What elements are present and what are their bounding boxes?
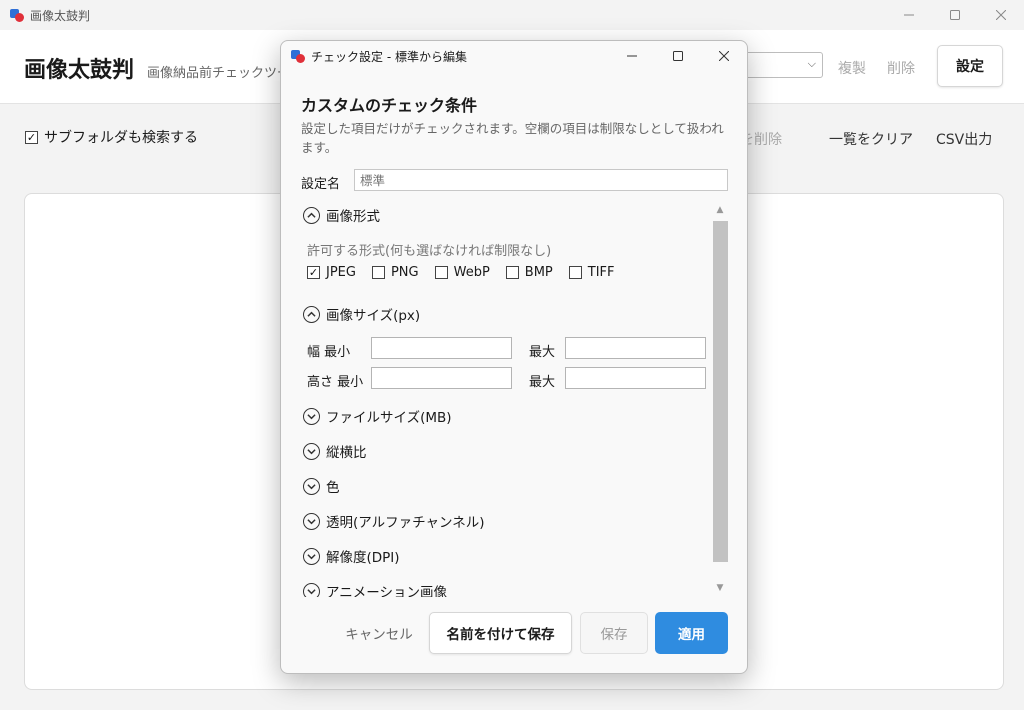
save-as-button[interactable]: 名前を付けて保存 xyxy=(429,612,572,654)
maximize-icon[interactable] xyxy=(932,0,978,30)
section-format-toggle[interactable]: 画像形式 xyxy=(303,205,380,225)
width-max-label: 最大 xyxy=(529,345,556,360)
section-format-label: 画像形式 xyxy=(326,209,380,225)
format-label: JPEG xyxy=(326,265,356,280)
duplicate-button[interactable]: 複製 xyxy=(838,58,866,78)
subfolder-checkbox[interactable]: ✓ サブフォルダも検索する xyxy=(25,127,198,147)
chevron-down-icon xyxy=(303,442,320,460)
window-controls xyxy=(886,0,1024,30)
chevron-down-icon xyxy=(303,512,320,530)
window-title: 画像太鼓判 xyxy=(30,8,91,23)
format-sub-label: 許可する形式(何も選ばなければ制限なし) xyxy=(307,244,552,259)
format-tiff-checkbox[interactable]: TIFF xyxy=(568,265,615,280)
app-logo-icon xyxy=(10,8,24,22)
section-animation-toggle[interactable]: アニメーション画像 xyxy=(303,581,447,597)
checkbox-empty-icon xyxy=(505,266,519,279)
format-label: TIFF xyxy=(587,265,615,280)
section-color-toggle[interactable]: 色 xyxy=(303,476,340,496)
format-jpeg-checkbox[interactable]: ✓ JPEG xyxy=(307,265,356,280)
section-filesize-label: ファイルサイズ(MB) xyxy=(326,410,452,426)
checkbox-empty-icon xyxy=(568,266,582,279)
scrollbar-thumb[interactable] xyxy=(713,221,728,562)
width-max-input[interactable] xyxy=(565,337,706,359)
format-png-checkbox[interactable]: PNG xyxy=(371,265,419,280)
setting-name-label: 設定名 xyxy=(301,177,341,192)
setting-name-input[interactable] xyxy=(354,169,728,191)
chevron-down-icon xyxy=(303,407,320,425)
scroll-down-icon[interactable]: ▼ xyxy=(712,581,728,595)
section-aspect-label: 縦横比 xyxy=(326,445,367,461)
format-label: PNG xyxy=(390,265,419,280)
minimize-icon[interactable] xyxy=(886,0,932,30)
format-label: BMP xyxy=(524,265,553,280)
delete-button[interactable]: 削除 xyxy=(887,58,915,78)
section-dpi-label: 解像度(DPI) xyxy=(326,550,400,566)
section-alpha-label: 透明(アルファチャンネル) xyxy=(326,515,485,531)
dialog-logo-icon xyxy=(291,49,305,63)
section-size-label: 画像サイズ(px) xyxy=(326,308,421,324)
chevron-down-icon xyxy=(303,582,320,597)
format-options: ✓ JPEG PNG WebP BMP TIFF xyxy=(307,265,631,280)
dialog-minimize-icon[interactable] xyxy=(609,41,655,71)
format-label: WebP xyxy=(453,265,490,280)
dialog-titlebar: チェック設定 - 標準から編集 xyxy=(281,41,747,71)
chevron-down-icon xyxy=(303,547,320,565)
section-animation-label: アニメーション画像 xyxy=(326,585,447,597)
scroll-up-icon[interactable]: ▲ xyxy=(712,203,728,217)
save-button[interactable]: 保存 xyxy=(580,612,648,654)
section-filesize-toggle[interactable]: ファイルサイズ(MB) xyxy=(303,406,452,426)
chevron-down-icon: ⌵ xyxy=(807,57,816,70)
dialog-heading: カスタムのチェック条件 xyxy=(301,96,478,115)
chevron-up-icon xyxy=(303,305,320,323)
section-alpha-toggle[interactable]: 透明(アルファチャンネル) xyxy=(303,511,485,531)
checkbox-empty-icon xyxy=(371,266,385,279)
chevron-down-icon xyxy=(303,477,320,495)
height-min-input[interactable] xyxy=(371,367,512,389)
height-min-label: 高さ 最小 xyxy=(307,375,364,390)
width-min-label: 幅 最小 xyxy=(307,345,351,360)
dialog-maximize-icon[interactable] xyxy=(655,41,701,71)
conditions-scroll-panel[interactable]: 画像形式 許可する形式(何も選ばなければ制限なし) ✓ JPEG PNG Web… xyxy=(301,203,729,597)
height-max-label: 最大 xyxy=(529,375,556,390)
settings-button[interactable]: 設定 xyxy=(937,45,1003,87)
close-icon[interactable] xyxy=(978,0,1024,30)
cancel-button[interactable]: キャンセル xyxy=(339,612,419,654)
dialog-close-icon[interactable] xyxy=(701,41,747,71)
chevron-up-icon xyxy=(303,206,320,224)
apply-button[interactable]: 適用 xyxy=(655,612,728,654)
dialog-window-controls xyxy=(609,41,747,71)
subfolder-label: サブフォルダも検索する xyxy=(44,130,198,146)
clear-list-button[interactable]: 一覧をクリア xyxy=(829,129,913,149)
checkbox-empty-icon xyxy=(434,266,448,279)
conditions-scrollbar[interactable]: ▲ ▼ xyxy=(712,203,728,597)
section-dpi-toggle[interactable]: 解像度(DPI) xyxy=(303,546,400,566)
section-size-toggle[interactable]: 画像サイズ(px) xyxy=(303,304,420,324)
checkbox-checked-icon: ✓ xyxy=(25,130,38,144)
check-settings-dialog: チェック設定 - 標準から編集 カスタムのチェック条件 設定した項目だけがチェッ… xyxy=(280,40,748,674)
dialog-title: チェック設定 - 標準から編集 xyxy=(311,49,467,64)
height-max-input[interactable] xyxy=(565,367,706,389)
section-aspect-toggle[interactable]: 縦横比 xyxy=(303,441,367,461)
dialog-description: 設定した項目だけがチェックされます。空欄の項目は制限なしとして扱われます。 xyxy=(301,121,724,155)
app-name: 画像太鼓判 xyxy=(24,58,135,83)
width-min-input[interactable] xyxy=(371,337,512,359)
main-titlebar: 画像太鼓判 xyxy=(0,0,1024,30)
section-color-label: 色 xyxy=(326,480,340,496)
format-webp-checkbox[interactable]: WebP xyxy=(434,265,490,280)
format-bmp-checkbox[interactable]: BMP xyxy=(505,265,553,280)
checkbox-checked-icon: ✓ xyxy=(307,266,320,279)
csv-export-button[interactable]: CSV出力 xyxy=(936,129,992,149)
